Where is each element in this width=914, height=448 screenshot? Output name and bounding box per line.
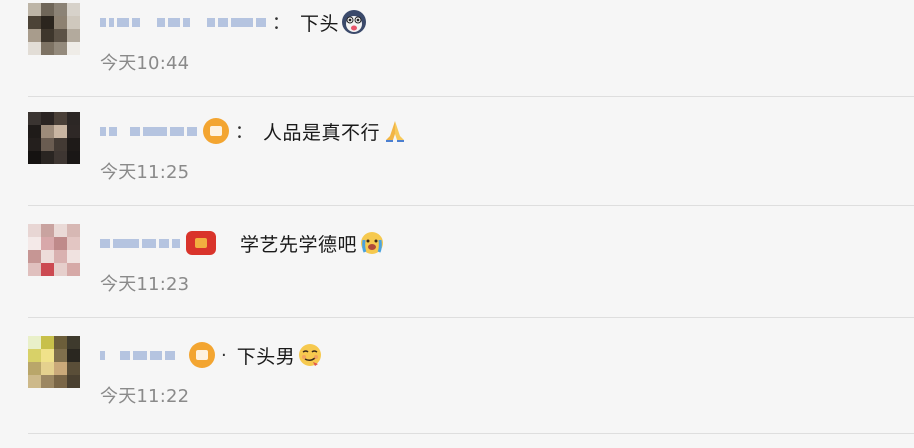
level-badge-icon xyxy=(186,231,216,255)
timestamp: 今天11:22 xyxy=(100,386,190,407)
username[interactable] xyxy=(100,345,175,365)
username[interactable] xyxy=(100,121,197,141)
comment-list: ： 下头 今天10:44 ： 人品是真不行 今天11:25 学艺先学德吧 今天1… xyxy=(0,0,914,434)
username[interactable] xyxy=(100,12,266,32)
comment-item: ： 人品是真不行 今天11:25 xyxy=(0,112,914,224)
crying-face-emoji xyxy=(361,232,384,254)
smirk-face-emoji xyxy=(299,344,322,366)
timestamp: 今天10:44 xyxy=(100,53,190,74)
timestamp: 今天11:25 xyxy=(100,162,190,183)
avatar[interactable] xyxy=(28,3,80,55)
comment-header: · 下头男 xyxy=(100,341,323,369)
comment-item: ： 下头 今天10:44 xyxy=(0,3,914,115)
timestamp: 今天11:23 xyxy=(100,274,190,295)
separator: ： xyxy=(235,122,253,143)
username[interactable] xyxy=(100,233,180,253)
comment-header: ： 人品是真不行 xyxy=(100,117,408,145)
level-badge-icon xyxy=(189,342,215,368)
avatar[interactable] xyxy=(28,336,80,388)
avatar[interactable] xyxy=(28,112,80,168)
level-badge-icon xyxy=(203,118,229,144)
divider xyxy=(28,205,914,206)
folded-hands-emoji xyxy=(386,121,405,142)
divider xyxy=(28,317,914,318)
avatar[interactable] xyxy=(28,224,80,276)
comment-item: · 下头男 今天11:22 xyxy=(0,336,914,448)
comment-item: 学艺先学德吧 今天11:23 xyxy=(0,224,914,336)
comment-text: 学艺先学德吧 xyxy=(240,233,358,256)
comment-text: 下头 xyxy=(300,12,340,35)
comment-text: 下头男 xyxy=(236,345,296,368)
divider xyxy=(28,96,914,97)
separator: · xyxy=(221,344,227,366)
dog-face-emoji xyxy=(342,10,367,34)
separator: ： xyxy=(272,13,290,34)
comment-header: 学艺先学德吧 xyxy=(100,229,385,257)
comment-text: 人品是真不行 xyxy=(263,121,381,144)
comment-header: ： 下头 xyxy=(100,8,367,36)
